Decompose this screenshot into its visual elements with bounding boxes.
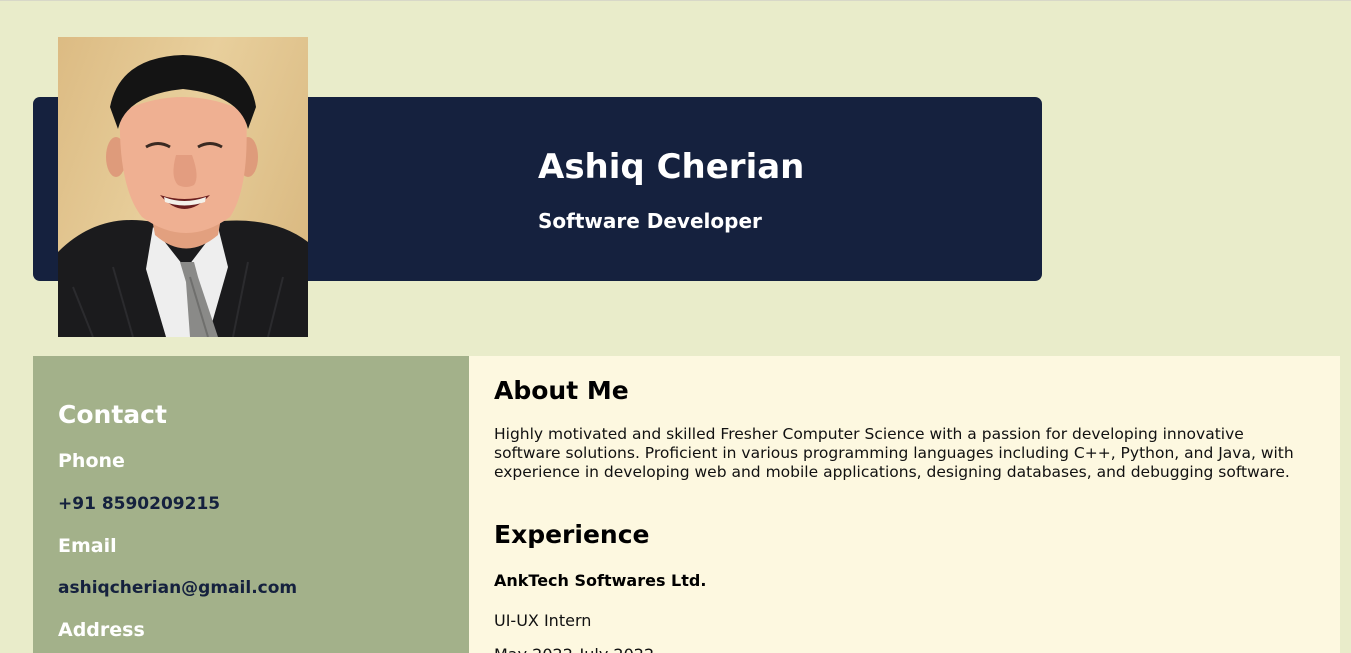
- phone-label: Phone: [58, 450, 125, 472]
- resume-page: Ashiq Cherian Software Developer Contact…: [0, 0, 1351, 653]
- experience-job-title: UI-UX Intern: [494, 611, 592, 630]
- contact-title: Contact: [58, 400, 167, 429]
- phone-value: +91 8590209215: [58, 494, 221, 514]
- about-text: Highly motivated and skilled Fresher Com…: [494, 425, 1294, 481]
- email-value: ashiqcherian@gmail.com: [58, 578, 298, 598]
- main-content: About Me Highly motivated and skilled Fr…: [469, 356, 1340, 653]
- about-title: About Me: [494, 376, 629, 405]
- portrait-illustration: [58, 55, 308, 337]
- profile-name: Ashiq Cherian: [538, 147, 805, 187]
- contact-sidebar: Contact Phone +91 8590209215 Email ashiq…: [33, 356, 469, 653]
- email-label: Email: [58, 535, 117, 557]
- profile-photo: [58, 37, 308, 337]
- experience-company: AnkTech Softwares Ltd.: [494, 571, 707, 590]
- experience-dates: May 2022-July 2022: [494, 644, 654, 653]
- profile-role: Software Developer: [538, 209, 762, 233]
- address-label: Address: [58, 619, 145, 641]
- experience-title: Experience: [494, 520, 650, 549]
